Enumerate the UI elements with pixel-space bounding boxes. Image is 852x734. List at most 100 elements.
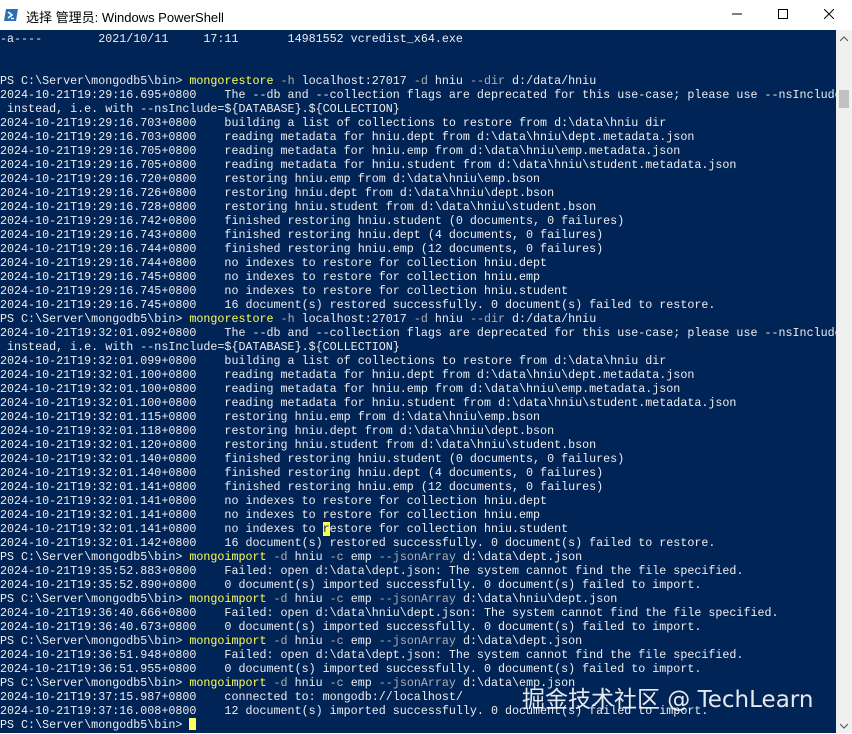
console-line: 2024-10-21T19:36:51.948+0800 Failed: ope…	[0, 648, 743, 662]
scroll-down-arrow[interactable]	[836, 717, 852, 733]
scroll-up-arrow[interactable]	[836, 30, 852, 46]
console-text: 2024-10-21T19:32:01.115+0800 restoring h…	[0, 410, 541, 424]
console-line: 2024-10-21T19:32:01.100+0800 reading met…	[0, 382, 680, 396]
watermark: 掘金技术社区 @ TechLearn	[522, 687, 814, 713]
console-text: PS C:\Server\mongodb5\bin>	[0, 74, 190, 88]
console-text: PS C:\Server\mongodb5\bin>	[0, 550, 190, 564]
scrollbar-thumb[interactable]	[839, 90, 849, 108]
console-text: 2024-10-21T19:32:01.118+0800 restoring h…	[0, 424, 555, 438]
console-text: 2024-10-21T19:32:01.141+0800 no indexes …	[0, 494, 548, 508]
console-text: 2024-10-21T19:32:01.099+0800 building a …	[0, 354, 667, 368]
command-flag: --jsonArray	[378, 676, 456, 690]
console-text: 2024-10-21T19:29:16.743+0800 finished re…	[0, 228, 604, 242]
command-flag: -d	[413, 74, 428, 88]
console-text: 2024-10-21T19:29:16.703+0800 building a …	[0, 116, 667, 130]
console-line: 2024-10-21T19:29:16.743+0800 finished re…	[0, 228, 603, 242]
console-line: 2024-10-21T19:29:16.745+0800 no indexes …	[0, 270, 540, 284]
console-line: PS C:\Server\mongodb5\bin>	[0, 718, 197, 732]
console-text: 2024-10-21T19:32:01.141+0800 no indexes …	[0, 522, 323, 536]
console-line: 2024-10-21T19:32:01.141+0800 no indexes …	[0, 522, 568, 536]
command-flag: --jsonArray	[378, 634, 456, 648]
console-text: 2024-10-21T19:29:16.703+0800 reading met…	[0, 130, 695, 144]
command-flag: -d	[273, 550, 288, 564]
console-line: 2024-10-21T19:29:16.726+0800 restoring h…	[0, 186, 554, 200]
window-title: 选择 管理员: Windows PowerShell	[26, 10, 224, 25]
close-icon	[823, 6, 835, 24]
command-flag: -c	[329, 550, 344, 564]
console-line: 2024-10-21T19:32:01.115+0800 restoring h…	[0, 410, 540, 424]
console-text: 2024-10-21T19:36:40.673+0800 0 document(…	[0, 620, 702, 634]
console-line: PS C:\Server\mongodb5\bin> mongorestore …	[0, 74, 596, 88]
console-text: PS C:\Server\mongodb5\bin>	[0, 592, 190, 606]
console-text: d:\data\dept.json	[455, 634, 583, 648]
command-name: mongoimport	[189, 676, 267, 690]
console-line: 2024-10-21T19:36:51.955+0800 0 document(…	[0, 662, 701, 676]
console-text: instead, i.e. with --nsInclude=${DATABAS…	[0, 340, 400, 354]
powershell-icon[interactable]	[4, 8, 18, 22]
console-text: d:/data/hniu	[505, 74, 597, 88]
console-text: d:\data\hniu\dept.json	[455, 592, 618, 606]
command-flag: -c	[329, 634, 344, 648]
command-name: mongoimport	[189, 550, 267, 564]
close-button[interactable]	[806, 0, 852, 30]
console-text: 2024-10-21T19:35:52.883+0800 Failed: ope…	[0, 564, 744, 578]
command-flag: -d	[273, 634, 288, 648]
console-text: 2024-10-21T19:37:15.987+0800 connected t…	[0, 690, 463, 704]
console-line: PS C:\Server\mongodb5\bin> mongoimport -…	[0, 592, 617, 606]
command-flag: -h	[280, 74, 295, 88]
command-flag: -d	[413, 312, 428, 326]
console-line: 2024-10-21T19:35:52.890+0800 0 document(…	[0, 578, 701, 592]
command-flag: --dir	[469, 312, 506, 326]
console-text: 2024-10-21T19:32:01.140+0800 finished re…	[0, 452, 625, 466]
text-cursor	[189, 718, 197, 730]
console-line: 2024-10-21T19:29:16.703+0800 reading met…	[0, 130, 694, 144]
console-line: 2024-10-21T19:32:01.140+0800 finished re…	[0, 452, 624, 466]
console-line: instead, i.e. with --nsInclude=${DATABAS…	[0, 102, 400, 116]
console-line: 2024-10-21T19:32:01.092+0800 The --db an…	[0, 326, 836, 340]
console-line: 2024-10-21T19:36:40.666+0800 Failed: ope…	[0, 606, 779, 620]
console-text: hniu	[287, 550, 330, 564]
console-line: PS C:\Server\mongodb5\bin> mongoimport -…	[0, 550, 582, 564]
console-text: -a---- 2021/10/11 17:11 14981552 vcredis…	[0, 32, 463, 46]
console-line: 2024-10-21T19:29:16.703+0800 building a …	[0, 116, 666, 130]
console-line: PS C:\Server\mongodb5\bin> mongoimport -…	[0, 634, 582, 648]
console-line: 2024-10-21T19:36:40.673+0800 0 document(…	[0, 620, 701, 634]
console-line: 2024-10-21T19:29:16.695+0800 The --db an…	[0, 88, 836, 102]
console-text: 2024-10-21T19:29:16.745+0800 16 document…	[0, 298, 716, 312]
command-flag: -d	[273, 676, 288, 690]
command-name: mongoimport	[189, 634, 267, 648]
console-line: 2024-10-21T19:29:16.744+0800 no indexes …	[0, 256, 547, 270]
console-line: PS C:\Server\mongodb5\bin> mongorestore …	[0, 312, 596, 326]
console-text: 2024-10-21T19:29:16.744+0800 no indexes …	[0, 256, 548, 270]
console-text: PS C:\Server\mongodb5\bin>	[0, 634, 190, 648]
console-line: 2024-10-21T19:32:01.100+0800 reading met…	[0, 368, 694, 382]
console-line: 2024-10-21T19:29:16.742+0800 finished re…	[0, 214, 624, 228]
console-output[interactable]: -a---- 2021/10/11 17:11 14981552 vcredis…	[0, 30, 836, 733]
console-text: 2024-10-21T19:35:52.890+0800 0 document(…	[0, 578, 702, 592]
command-flag: --jsonArray	[378, 592, 456, 606]
maximize-button[interactable]	[760, 0, 806, 30]
console-text: hniu	[287, 592, 330, 606]
console-text: 2024-10-21T19:36:51.955+0800 0 document(…	[0, 662, 702, 676]
command-flag: -c	[329, 592, 344, 606]
console-text: localhost:27017	[294, 74, 414, 88]
vertical-scrollbar[interactable]	[836, 30, 852, 733]
console-text: 2024-10-21T19:32:01.141+0800 no indexes …	[0, 508, 541, 522]
console-text: 2024-10-21T19:29:16.726+0800 restoring h…	[0, 186, 555, 200]
command-name: mongorestore	[189, 312, 274, 326]
command-name: mongorestore	[189, 74, 274, 88]
console-line: 2024-10-21T19:29:16.745+0800 no indexes …	[0, 284, 568, 298]
command-name: mongoimport	[189, 592, 267, 606]
console-text: 2024-10-21T19:32:01.120+0800 restoring h…	[0, 438, 597, 452]
minimize-button[interactable]	[714, 0, 760, 30]
command-flag: -c	[329, 676, 344, 690]
maximize-icon	[778, 6, 788, 24]
console-text: 2024-10-21T19:29:16.744+0800 finished re…	[0, 242, 604, 256]
console-text: 2024-10-21T19:29:16.745+0800 no indexes …	[0, 284, 569, 298]
console-text: 2024-10-21T19:32:01.092+0800 The --db an…	[0, 326, 836, 340]
